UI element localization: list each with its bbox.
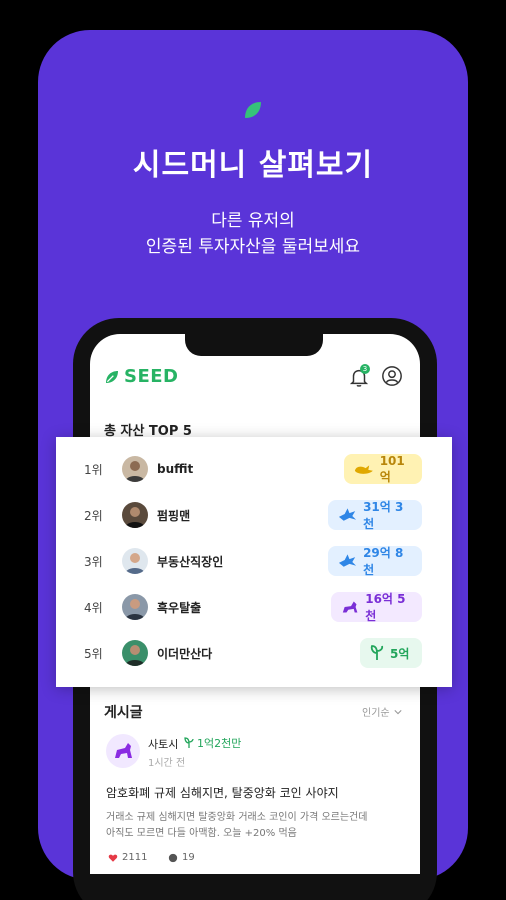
promo-headline: 시드머니 살펴보기 [132,148,374,183]
asset-badge: 31억 3천 [328,500,422,531]
comment-count: 19 [182,852,195,863]
asset-amount: 101억 [379,453,405,484]
ranking-row[interactable]: 3위 부동산직장인 29억 8천 [56,538,452,584]
asset-amount: 16억 5천 [365,592,406,623]
sprout-icon [184,737,194,748]
avatar [122,594,148,620]
post-author-asset: 1억2천만 [184,735,241,751]
ranking-row[interactable]: 4위 흑우탈출 16억 5천 [56,584,452,630]
leaf-icon [106,370,118,383]
chevron-down-icon [394,709,402,714]
whale-icon [354,465,373,474]
phone-notch [185,334,323,356]
comment-icon [168,853,178,862]
notification-badge: 3 [360,364,370,374]
promo-subline-2: 인증된 투자자산을 둘러보세요 [145,237,361,257]
post-asset-amount: 1억2천만 [197,737,242,750]
rank-username: 부동산직장인 [157,554,224,569]
ranking-row[interactable]: 5위 이더만산다 5억 [56,630,452,676]
logo-text: SEED [124,366,179,387]
dog-icon [115,743,132,758]
ranking-card: 1위 buffit 101억 2위 펌핑맨 31억 3천 3위 부동산직장인 2… [56,437,452,687]
promo-subline-1: 다른 유저의 [211,211,295,231]
avatar [122,456,148,482]
rank-number: 4위 [84,600,103,615]
post-headline[interactable]: 암호화폐 규제 심해지면, 탈중앙화 코인 사야지 [106,784,339,801]
avatar [122,502,148,528]
like-count: 2111 [122,852,148,863]
rank-number: 3위 [84,554,103,569]
posts-title: 게시글 [104,705,143,721]
leaf-icon [245,102,261,118]
dog-icon [342,601,358,613]
asset-badge: 16억 5천 [331,592,422,623]
comment-button[interactable]: 19 [168,852,195,863]
post-author-avatar[interactable] [106,734,140,768]
rank-username: 이더만산다 [157,646,213,661]
sort-label: 인기순 [362,708,390,719]
heart-icon [108,854,118,862]
ranking-row[interactable]: 1위 buffit 101억 [56,446,452,492]
ranking-row[interactable]: 2위 펌핑맨 31억 3천 [56,492,452,538]
asset-amount: 29억 8천 [363,546,404,577]
user-circle-icon[interactable] [381,365,403,387]
rank-username: 펌핑맨 [157,508,191,523]
rank-number: 2위 [84,508,103,523]
sort-dropdown[interactable]: 인기순 [362,704,402,719]
post-time: 1시간 전 [148,758,186,769]
avatar [122,640,148,666]
asset-badge: 101억 [344,454,422,484]
asset-badge: 5억 [360,638,422,668]
shark-icon [338,554,357,567]
shark-icon [338,508,357,521]
asset-amount: 31억 3천 [363,500,404,531]
post-author-name[interactable]: 사토시 [148,736,178,752]
rank-username: buffit [157,462,194,476]
asset-badge: 29억 8천 [328,546,422,577]
rank-username: 흑우탈출 [157,600,202,615]
sprout-icon [370,645,384,660]
post-body-line-2: 아직도 모르면 다들 아맥함. 오늘 +20% 먹음 [106,828,297,839]
rank-number: 1위 [84,462,103,477]
like-button[interactable]: 2111 [108,852,147,863]
post-body-line-1: 거래소 규제 심해지면 탈중앙화 거래소 코인이 가격 오르는건데 [106,812,368,823]
avatar [122,548,148,574]
app-logo[interactable]: SEED [104,366,179,387]
rank-number: 5위 [84,646,103,661]
asset-amount: 5억 [390,646,410,661]
